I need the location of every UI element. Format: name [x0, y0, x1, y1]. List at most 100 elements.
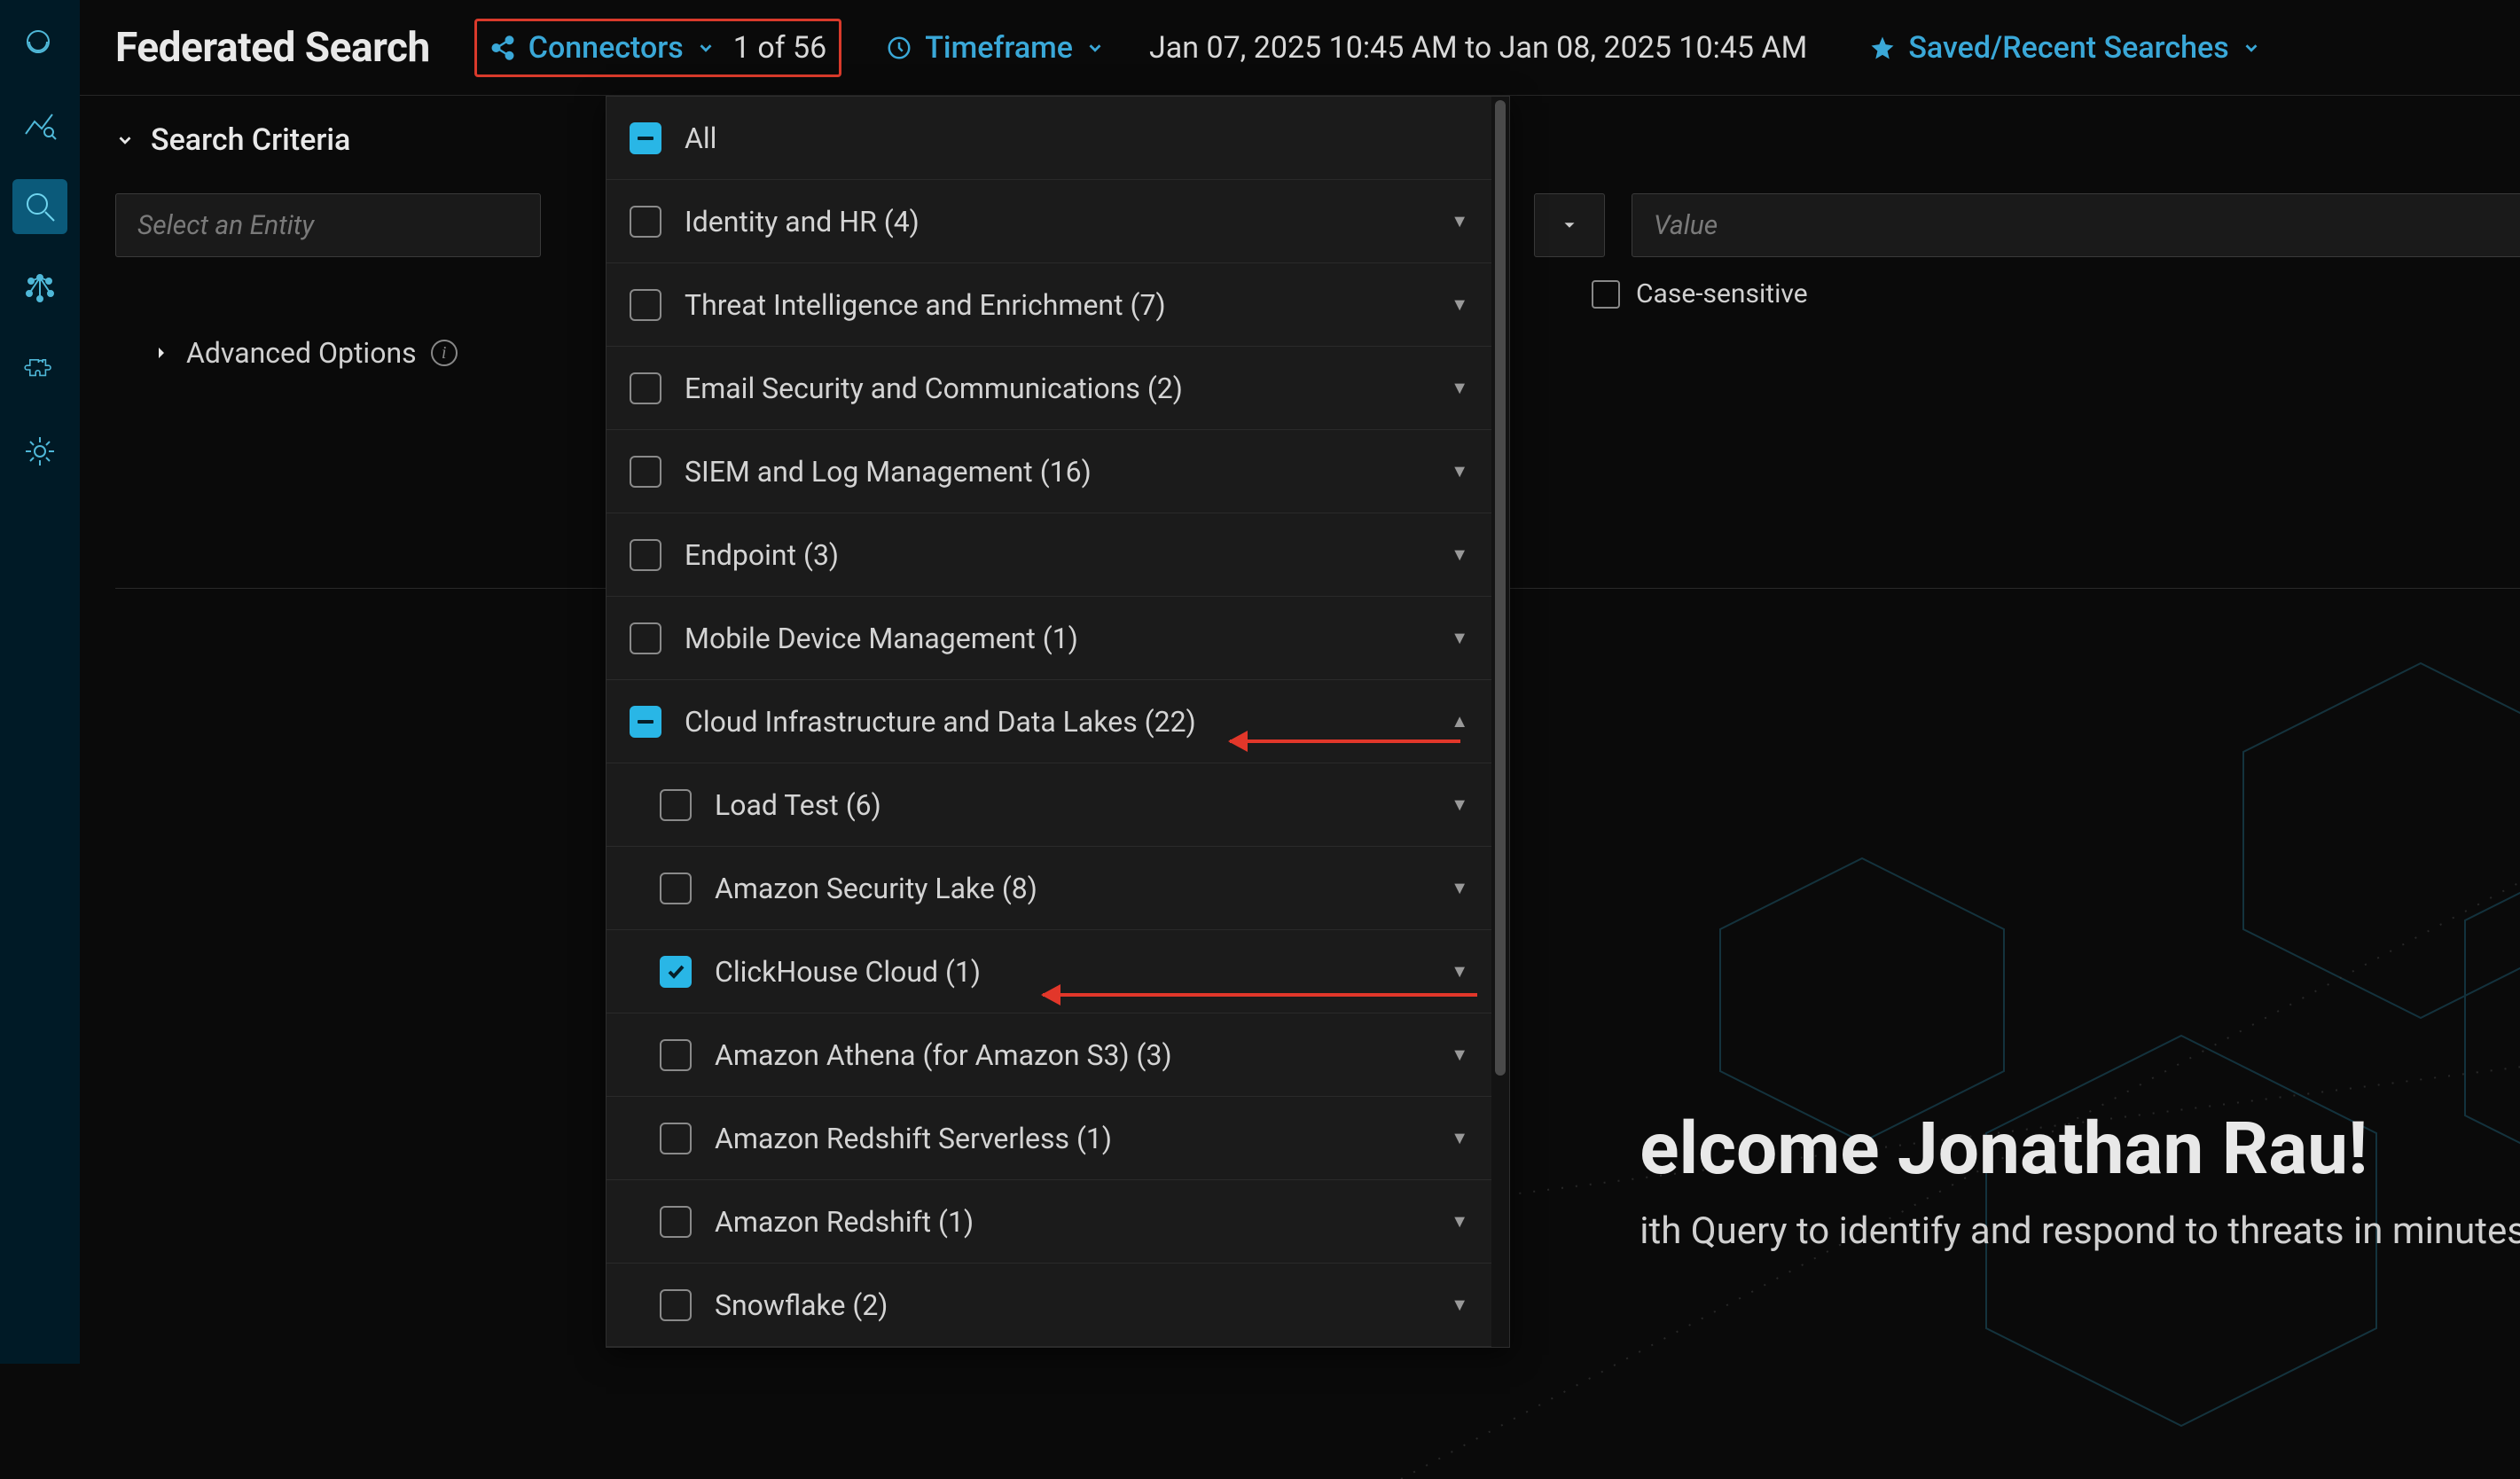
entity-select[interactable]: Select an Entity — [115, 193, 541, 257]
dropdown-group-3[interactable]: SIEM and Log Management (16) ▼ — [607, 430, 1491, 513]
chevron-down-icon — [1085, 38, 1105, 58]
chevron-down-icon — [115, 130, 135, 150]
annotation-arrow — [1230, 740, 1460, 743]
saved-searches-dropdown-trigger[interactable]: Saved/Recent Searches — [1860, 25, 2269, 71]
dropdown-item-label: Mobile Device Management (1) — [685, 622, 1428, 655]
caret-down-icon: ▼ — [1451, 627, 1468, 649]
checkbox-icon[interactable] — [630, 539, 661, 571]
caret-down-icon: ▼ — [1451, 1294, 1468, 1316]
dropdown-group-4[interactable]: Endpoint (3) ▼ — [607, 513, 1491, 597]
dropdown-item-label: Endpoint (3) — [685, 538, 1428, 572]
caret-down-icon: ▼ — [1451, 1127, 1468, 1149]
search-criteria-label: Search Criteria — [151, 122, 350, 158]
welcome-title: elcome Jonathan Rau! — [1640, 1107, 2520, 1192]
page-title: Federated Search — [115, 24, 430, 72]
dropdown-child-6[interactable]: Snowflake (2) ▼ — [607, 1264, 1491, 1347]
annotation-arrow — [1043, 993, 1477, 997]
dropdown-child-0[interactable]: Load Test (6) ▼ — [607, 763, 1491, 847]
star-icon — [1869, 35, 1896, 61]
info-icon[interactable]: i — [431, 340, 458, 366]
dropdown-item-label: Identity and HR (4) — [685, 205, 1428, 239]
dropdown-group-1[interactable]: Threat Intelligence and Enrichment (7) ▼ — [607, 263, 1491, 347]
checkbox-icon[interactable] — [630, 372, 661, 404]
value-placeholder: Value — [1654, 210, 1718, 241]
dropdown-group-expanded[interactable]: Cloud Infrastructure and Data Lakes (22)… — [607, 680, 1491, 763]
share-icon — [489, 35, 516, 61]
entity-placeholder: Select an Entity — [137, 210, 314, 241]
checkbox-icon[interactable] — [660, 1039, 692, 1071]
dropdown-item-label: Snowflake (2) — [715, 1288, 1428, 1322]
dropdown-item-label: Amazon Athena (for Amazon S3) (3) — [715, 1038, 1428, 1072]
caret-down-icon: ▼ — [1451, 794, 1468, 816]
checkbox-icon[interactable] — [630, 622, 661, 654]
dropdown-child-4[interactable]: Amazon Redshift Serverless (1) ▼ — [607, 1097, 1491, 1180]
checkbox-icon[interactable] — [660, 1206, 692, 1238]
caret-down-icon: ▼ — [1451, 293, 1468, 316]
operator-select[interactable] — [1534, 193, 1605, 257]
dropdown-item-label: Amazon Security Lake (8) — [715, 872, 1428, 905]
caret-down-icon: ▼ — [1451, 1044, 1468, 1066]
case-sensitive-checkbox[interactable] — [1592, 280, 1620, 309]
checkbox-indeterminate-icon[interactable] — [630, 706, 661, 738]
connectors-count: 1 of 56 — [733, 30, 826, 66]
saved-searches-label: Saved/Recent Searches — [1908, 30, 2228, 66]
timeframe-label: Timeframe — [925, 30, 1073, 66]
caret-down-icon: ▼ — [1451, 877, 1468, 899]
dropdown-scrollbar[interactable] — [1491, 97, 1509, 1347]
dropdown-item-label: All — [685, 121, 1468, 155]
dropdown-item-label: SIEM and Log Management (16) — [685, 455, 1428, 489]
caret-down-icon: ▼ — [1451, 544, 1468, 566]
nav-plugins-icon[interactable] — [12, 342, 67, 397]
nav-search-icon[interactable] — [12, 179, 67, 234]
chevron-down-icon — [2242, 38, 2261, 58]
dropdown-child-1[interactable]: Amazon Security Lake (8) ▼ — [607, 847, 1491, 930]
nav-logo-icon[interactable] — [12, 16, 67, 71]
advanced-options-label: Advanced Options — [186, 336, 417, 370]
case-sensitive-label: Case-sensitive — [1636, 278, 1808, 309]
checkbox-icon[interactable] — [660, 873, 692, 904]
connectors-label: Connectors — [528, 30, 684, 66]
caret-down-icon: ▼ — [1451, 960, 1468, 982]
dropdown-item-label: Cloud Infrastructure and Data Lakes (22) — [685, 705, 1428, 739]
checkbox-indeterminate-icon[interactable] — [630, 122, 661, 154]
dropdown-child-5[interactable]: Amazon Redshift (1)▼ — [607, 1180, 1491, 1264]
clock-icon — [886, 35, 912, 61]
scrollbar-thumb[interactable] — [1495, 100, 1506, 1076]
chevron-right-icon — [151, 342, 172, 364]
checkbox-icon[interactable] — [630, 456, 661, 488]
left-nav-rail — [0, 0, 80, 1364]
timeframe-dropdown-trigger[interactable]: Timeframe — [877, 25, 1114, 71]
caret-down-icon: ▼ — [1451, 460, 1468, 482]
dropdown-item-label: Threat Intelligence and Enrichment (7) — [685, 288, 1428, 322]
value-input[interactable]: Value — [1632, 193, 2520, 257]
checkbox-icon[interactable] — [660, 789, 692, 821]
checkbox-checked-icon[interactable] — [660, 956, 692, 988]
connectors-dropdown-panel: AllIdentity and HR (4)▼Threat Intelligen… — [606, 96, 1510, 1348]
checkbox-icon[interactable] — [630, 289, 661, 321]
checkbox-icon[interactable] — [630, 206, 661, 238]
connectors-dropdown-trigger[interactable]: Connectors 1 of 56 — [474, 19, 841, 77]
caret-up-icon: ▲ — [1451, 710, 1468, 732]
dropdown-item-label: Amazon Redshift Serverless (1) — [715, 1122, 1428, 1155]
chevron-down-icon — [696, 38, 716, 58]
nav-connectors-icon[interactable] — [12, 261, 67, 316]
dropdown-child-3[interactable]: Amazon Athena (for Amazon S3) (3) ▼ — [607, 1013, 1491, 1097]
dropdown-group-5[interactable]: Mobile Device Management (1) ▼ — [607, 597, 1491, 680]
dropdown-item-all[interactable]: All — [607, 97, 1491, 180]
timeframe-range: Jan 07, 2025 10:45 AM to Jan 08, 2025 10… — [1149, 30, 1807, 66]
topbar: Federated Search Connectors 1 of 56 Time… — [80, 0, 2520, 96]
welcome-subtitle: ith Query to identify and respond to thr… — [1640, 1209, 2520, 1253]
nav-analytics-icon[interactable] — [12, 98, 67, 153]
caret-down-icon: ▼ — [1451, 1210, 1468, 1232]
nav-settings-icon[interactable] — [12, 424, 67, 479]
caret-down-icon: ▼ — [1451, 210, 1468, 232]
dropdown-item-label: ClickHouse Cloud (1) — [715, 955, 1428, 989]
checkbox-icon[interactable] — [660, 1289, 692, 1321]
dropdown-group-2[interactable]: Email Security and Communications (2) ▼ — [607, 347, 1491, 430]
caret-down-icon — [1560, 215, 1579, 235]
dropdown-item-label: Load Test (6) — [715, 788, 1428, 822]
caret-down-icon: ▼ — [1451, 377, 1468, 399]
dropdown-item-label: Email Security and Communications (2) — [685, 372, 1428, 405]
dropdown-group-0[interactable]: Identity and HR (4) ▼ — [607, 180, 1491, 263]
checkbox-icon[interactable] — [660, 1123, 692, 1154]
